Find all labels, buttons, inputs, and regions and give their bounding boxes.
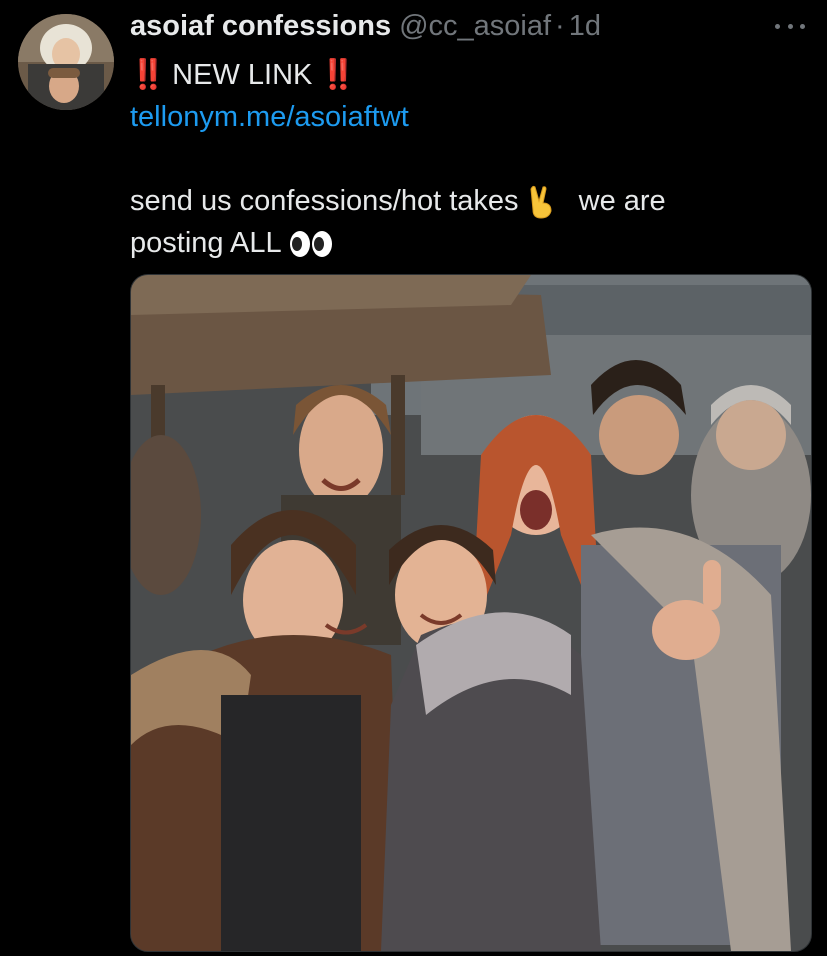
tellonym-link[interactable]: tellonym.me/asoiaftwt <box>130 101 409 133</box>
photo-of-group-in-fur-cloaks <box>131 275 811 951</box>
headline-line: ‼️ NEW LINK ‼️ <box>130 54 790 96</box>
double-exclamation-emoji: ‼️ <box>130 59 166 91</box>
tweet[interactable]: asoiaf confessions @cc_asoiaf · 1d ‼️ NE… <box>0 0 827 956</box>
more-horizontal-icon[interactable] <box>775 16 805 36</box>
timestamp[interactable]: 1d <box>569 10 601 43</box>
tweet-text: ‼️ NEW LINK ‼️ tellonym.me/asoiaftwt sen… <box>130 54 790 264</box>
headline-text: NEW LINK <box>172 59 313 91</box>
separator-dot: · <box>555 10 565 42</box>
double-exclamation-emoji: ‼️ <box>320 59 356 91</box>
body-line-1: send us confessions/hot takes we are <box>130 180 790 222</box>
eyes-emoji <box>289 231 332 258</box>
user-handle[interactable]: @cc_asoiaf <box>399 10 551 43</box>
display-name[interactable]: asoiaf confessions <box>130 10 391 43</box>
profile-avatar[interactable] <box>18 14 114 110</box>
tweet-photo[interactable] <box>130 274 812 952</box>
body-text-1: send us confessions/hot takes <box>130 185 519 217</box>
body-text-3: posting ALL <box>130 227 281 259</box>
body-text-2: we are <box>578 185 666 217</box>
avatar-image <box>18 14 114 110</box>
link-line: tellonym.me/asoiaftwt <box>130 96 790 138</box>
victory-hand-emoji <box>530 186 552 219</box>
body-line-2: posting ALL <box>130 222 790 264</box>
tweet-header: asoiaf confessions @cc_asoiaf · 1d <box>130 10 601 50</box>
